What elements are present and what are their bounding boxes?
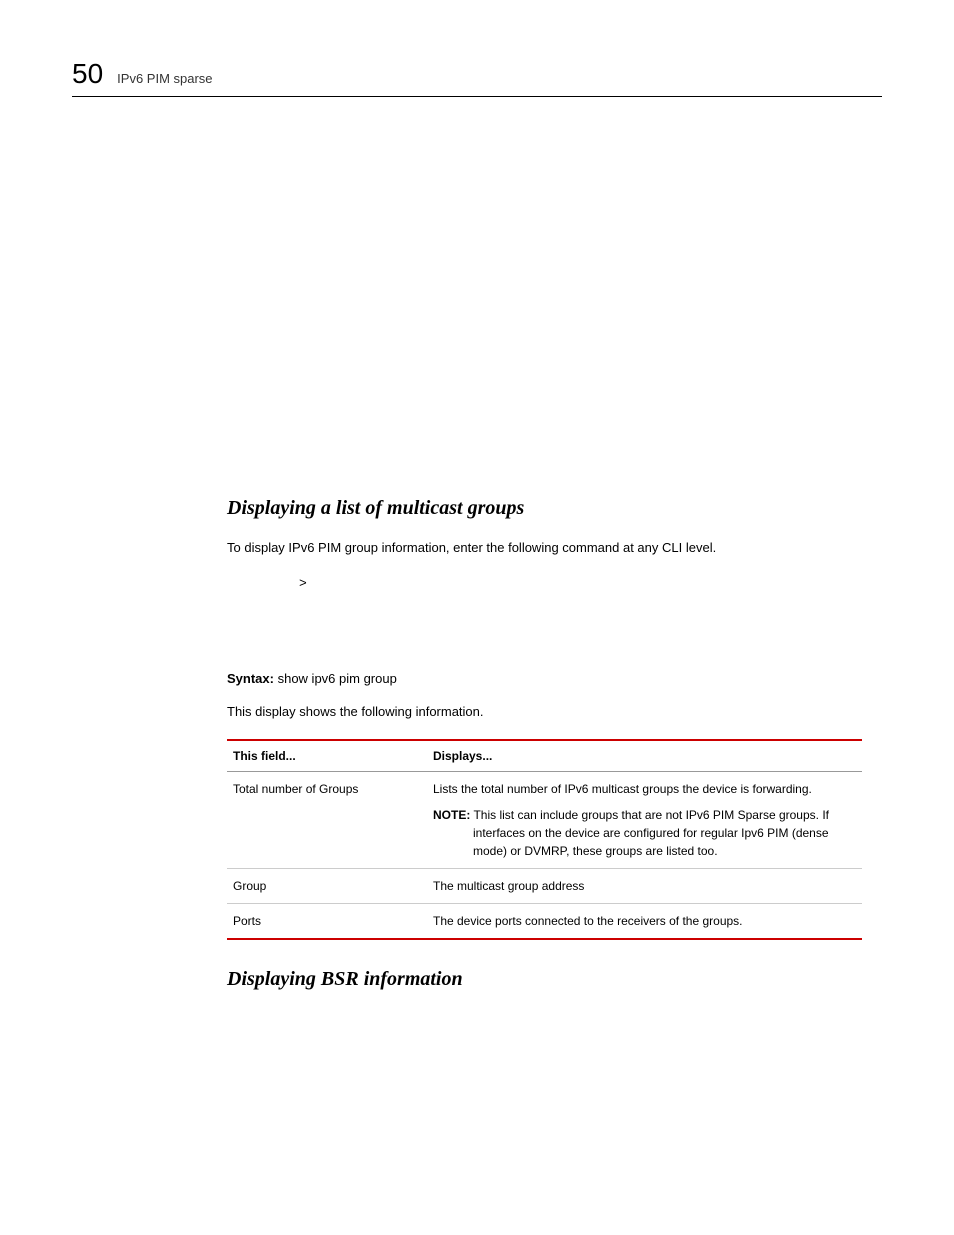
spacer	[227, 117, 862, 497]
table-header-field: This field...	[227, 740, 427, 772]
page-header: 50 IPv6 PIM sparse	[72, 58, 882, 90]
table-row: Total number of Groups Lists the total n…	[227, 772, 862, 869]
table-displays-text: Lists the total number of IPv6 multicast…	[433, 782, 812, 796]
table-cell-displays: The multicast group address	[427, 869, 862, 904]
header-rule	[72, 96, 882, 97]
table-cell-displays: Lists the total number of IPv6 multicast…	[427, 772, 862, 869]
content-area: Displaying a list of multicast groups To…	[227, 117, 862, 991]
table-header-row: This field... Displays...	[227, 740, 862, 772]
cli-block: >	[299, 576, 862, 591]
table-row: Group The multicast group address	[227, 869, 862, 904]
syntax-command: show ipv6 pim group	[278, 671, 397, 686]
syntax-line: Syntax: show ipv6 pim group	[227, 671, 862, 686]
note-block: NOTE: This list can include groups that …	[433, 806, 856, 860]
section-heading-bsr: Displaying BSR information	[227, 968, 862, 991]
intro-text: To display IPv6 PIM group information, e…	[227, 538, 862, 558]
table-cell-field: Group	[227, 869, 427, 904]
document-page: 50 IPv6 PIM sparse Displaying a list of …	[0, 0, 954, 1069]
info-table: This field... Displays... Total number o…	[227, 739, 862, 940]
syntax-label: Syntax:	[227, 671, 274, 686]
section-heading-multicast: Displaying a list of multicast groups	[227, 497, 862, 520]
page-number: 50	[72, 58, 103, 90]
table-cell-field: Ports	[227, 904, 427, 940]
table-cell-displays: The device ports connected to the receiv…	[427, 904, 862, 940]
info-line: This display shows the following informa…	[227, 702, 862, 722]
cli-prompt: >	[299, 576, 307, 591]
table-cell-field: Total number of Groups	[227, 772, 427, 869]
note-label: NOTE:	[433, 808, 470, 822]
note-text: This list can include groups that are no…	[473, 808, 829, 858]
table-header-displays: Displays...	[427, 740, 862, 772]
header-title: IPv6 PIM sparse	[117, 71, 212, 86]
table-row: Ports The device ports connected to the …	[227, 904, 862, 940]
